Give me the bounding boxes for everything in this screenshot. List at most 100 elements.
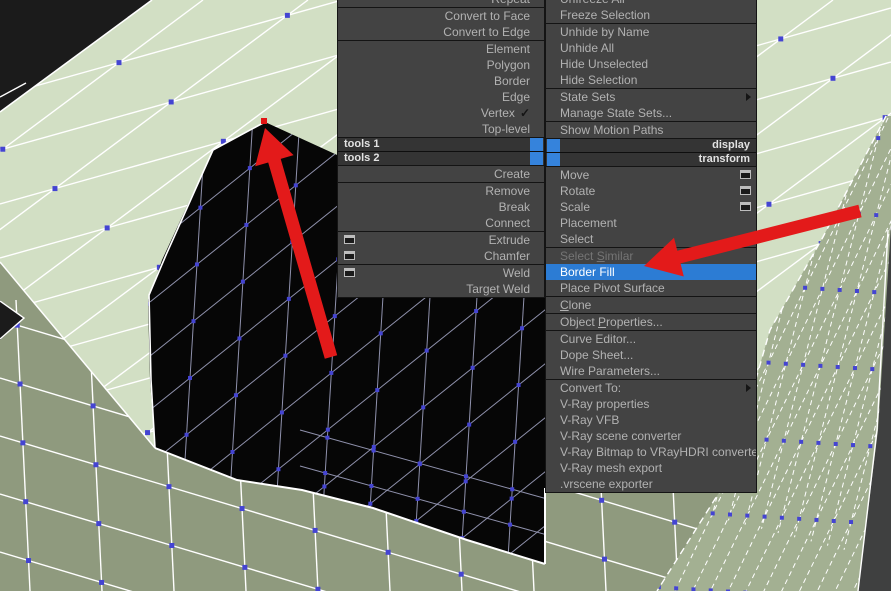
menu-group: Remove Break Connect [337, 182, 545, 232]
quad-menu-right-column: Unfreeze AllFreeze SelectionUnhide by Na… [545, 0, 757, 493]
menu-item-label: Dope Sheet... [560, 348, 634, 362]
menu-item-label: Object Properties... [560, 315, 663, 329]
menu-group: Clone [545, 296, 757, 314]
quad-title-bars: display transform [545, 138, 757, 167]
quad-title-tools-1[interactable]: tools 1 [338, 138, 544, 151]
menu-group: Element Polygon Border Edge Vertex ✓ Top-level [337, 40, 545, 138]
quad-menu-left-column: RepeatConvert to FaceConvert to EdgeElem… [337, 0, 545, 298]
menu-item-label: V-Ray scene converter [560, 429, 682, 443]
menu-item-break[interactable]: Break [338, 199, 544, 215]
quad-title-bars: tools 1 tools 2 [337, 137, 545, 166]
menu-item-label: Repeat [491, 0, 530, 6]
menu-item-label: Element [485, 42, 530, 56]
menu-item-label: Convert To: [560, 381, 622, 395]
menu-item-show-motion-paths[interactable]: Show Motion Paths [546, 122, 756, 138]
menu-item-vrscene-exporter[interactable]: .vrscene exporter [546, 476, 756, 492]
menu-item-element[interactable]: Element [338, 41, 544, 57]
menu-item-convert-to[interactable]: Convert To: [546, 380, 756, 396]
menu-item-move[interactable]: Move [546, 167, 756, 183]
menu-item-label: Manage State Sets... [560, 106, 673, 120]
menu-item-hide-selection[interactable]: Hide Selection [546, 72, 756, 88]
menu-item-connect[interactable]: Connect [338, 215, 544, 231]
menu-item-border[interactable]: Border [338, 73, 544, 89]
menu-item-wire-parameters[interactable]: Wire Parameters... [546, 363, 756, 379]
menu-group: Create [337, 165, 545, 183]
menu-item-curve-editor[interactable]: Curve Editor... [546, 331, 756, 347]
menu-item-label: Scale [560, 200, 591, 214]
menu-item-label: Weld [502, 266, 530, 280]
menu-item-top-level[interactable]: Top-level [338, 121, 544, 137]
menu-item-remove[interactable]: Remove [338, 183, 544, 199]
menu-item-rotate[interactable]: Rotate [546, 183, 756, 199]
menu-item-freeze-selection[interactable]: Freeze Selection [546, 7, 756, 23]
menu-item-label: Select Similar [560, 249, 634, 263]
menu-item-chamfer[interactable]: Chamfer [338, 248, 544, 264]
menu-item-unfreeze-all[interactable]: Unfreeze All [546, 0, 756, 7]
menu-item-unhide-by-name[interactable]: Unhide by Name [546, 24, 756, 40]
menu-item-label: V-Ray properties [560, 397, 650, 411]
menu-item-clone[interactable]: Clone [546, 297, 756, 313]
check-icon: ✓ [519, 106, 530, 120]
menu-item-v-ray-scene-converter[interactable]: V-Ray scene converter [546, 428, 756, 444]
menu-item-v-ray-bitmap-to-vrayhdri-converter[interactable]: V-Ray Bitmap to VRayHDRI converter [546, 444, 756, 460]
menu-item-label: Connect [485, 216, 530, 230]
menu-item-label: Wire Parameters... [560, 364, 661, 378]
menu-item-repeat[interactable]: Repeat [338, 0, 544, 7]
menu-item-unhide-all[interactable]: Unhide All [546, 40, 756, 56]
menu-group: Curve Editor... Dope Sheet... Wire Paramet… [545, 330, 757, 380]
quad-title-transform[interactable]: transform [546, 153, 756, 166]
menu-item-place-pivot-surface[interactable]: Place Pivot Surface [546, 280, 756, 296]
quad-title-label: tools 1 [344, 138, 380, 150]
quad-title-tools-2[interactable]: tools 2 [338, 152, 544, 165]
menu-group: Object Properties... [545, 313, 757, 331]
menu-item-border-fill[interactable]: Border Fill [546, 264, 756, 280]
menu-item-placement[interactable]: Placement [546, 215, 756, 231]
settings-box-icon[interactable] [740, 202, 751, 211]
menu-item-create[interactable]: Create [338, 166, 544, 182]
menu-item-extrude[interactable]: Extrude [338, 232, 544, 248]
menu-item-v-ray-mesh-export[interactable]: V-Ray mesh export [546, 460, 756, 476]
menu-item-label: .vrscene exporter [560, 477, 653, 491]
menu-item-label: Target Weld [466, 282, 530, 296]
menu-group: Extrude Chamfer [337, 231, 545, 265]
settings-box-icon[interactable] [344, 268, 355, 277]
quad-title-display[interactable]: display [546, 139, 756, 152]
menu-item-target-weld[interactable]: Target Weld [338, 281, 544, 297]
menu-item-scale[interactable]: Scale [546, 199, 756, 215]
menu-group: Show Motion Paths [545, 121, 757, 139]
menu-item-label: Chamfer [483, 249, 530, 263]
menu-item-label: V-Ray Bitmap to VRayHDRI converter [560, 445, 756, 459]
quad-title-label: display [712, 139, 750, 151]
settings-box-icon[interactable] [344, 251, 355, 260]
menu-item-convert-to-face[interactable]: Convert to Face [338, 8, 544, 24]
menu-item-manage-state-sets[interactable]: Manage State Sets... [546, 105, 756, 121]
submenu-arrow-icon [746, 93, 751, 101]
menu-group: Convert to Face Convert to Edge [337, 7, 545, 41]
quad-title-label: transform [698, 153, 750, 165]
menu-item-polygon[interactable]: Polygon [338, 57, 544, 73]
settings-box-icon[interactable] [344, 235, 355, 244]
menu-item-label: Unhide by Name [560, 25, 650, 39]
menu-item-select[interactable]: Select [546, 231, 756, 247]
settings-box-icon[interactable] [740, 186, 751, 195]
selected-vertex[interactable] [261, 118, 267, 124]
menu-item-convert-to-edge[interactable]: Convert to Edge [338, 24, 544, 40]
menu-item-v-ray-properties[interactable]: V-Ray properties [546, 396, 756, 412]
menu-item-weld[interactable]: Weld [338, 265, 544, 281]
menu-group: Unfreeze All Freeze Selection [545, 0, 757, 24]
menu-item-label: Edge [501, 90, 530, 104]
menu-group: State Sets Manage State Sets... [545, 88, 757, 122]
settings-box-icon[interactable] [740, 170, 751, 179]
menu-item-state-sets[interactable]: State Sets [546, 89, 756, 105]
menu-item-dope-sheet[interactable]: Dope Sheet... [546, 347, 756, 363]
menu-item-label: Border Fill [560, 265, 615, 279]
menu-item-vertex[interactable]: Vertex ✓ [338, 105, 544, 121]
menu-item-select-similar[interactable]: Select Similar [546, 248, 756, 264]
quad-title-label: tools 2 [344, 152, 380, 164]
menu-item-hide-unselected[interactable]: Hide Unselected [546, 56, 756, 72]
menu-group: Unhide by Name Unhide All Hide Unselected H… [545, 23, 757, 89]
menu-item-v-ray-vfb[interactable]: V-Ray VFB [546, 412, 756, 428]
menu-item-object-properties[interactable]: Object Properties... [546, 314, 756, 330]
menu-item-edge[interactable]: Edge [338, 89, 544, 105]
menu-item-label: Unfreeze All [560, 0, 625, 6]
